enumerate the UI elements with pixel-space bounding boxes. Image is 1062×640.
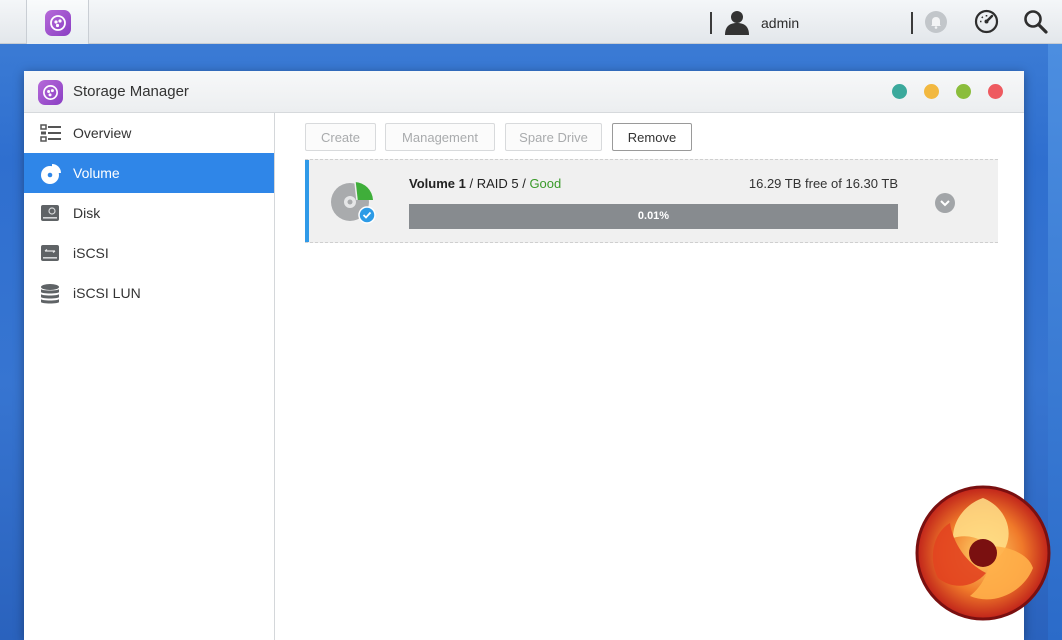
search-icon[interactable] <box>1023 9 1049 40</box>
sidebar: Overview Volume Disk iSCSI iSCSI LUN <box>24 113 275 640</box>
resource-monitor-icon[interactable] <box>974 9 999 39</box>
volume-disk-icon <box>329 179 379 230</box>
taskbar-separator <box>710 12 712 34</box>
pie-chart-icon <box>40 163 61 184</box>
window-close-button[interactable] <box>988 84 1003 99</box>
user-icon[interactable] <box>724 9 750 40</box>
selection-accent <box>305 160 309 242</box>
sidebar-item-disk[interactable]: Disk <box>24 193 274 233</box>
user-name[interactable]: admin <box>761 15 799 31</box>
storage-manager-window: Storage Manager Overview Volume Disk iSC… <box>24 71 1024 640</box>
top-taskbar: admin <box>0 0 1062 44</box>
sidebar-item-label: Overview <box>73 125 132 141</box>
sidebar-item-iscsi-lun[interactable]: iSCSI LUN <box>24 273 274 313</box>
sidebar-item-label: Volume <box>73 165 120 181</box>
window-maximize-button[interactable] <box>956 84 971 99</box>
notification-icon[interactable] <box>924 10 948 39</box>
volume-status: Good <box>529 176 562 191</box>
storage-manager-icon <box>38 80 63 105</box>
raid-separator: / <box>465 176 477 191</box>
expand-button[interactable] <box>935 193 955 213</box>
status-separator: / <box>518 176 530 191</box>
volume-capacity: 16.29 TB free of 16.30 TB <box>748 176 898 191</box>
database-icon <box>40 283 60 304</box>
sidebar-item-volume[interactable]: Volume <box>24 153 274 193</box>
taskbar-app-storage-manager[interactable] <box>26 0 89 44</box>
sidebar-item-label: Disk <box>73 205 101 221</box>
window-titlebar[interactable]: Storage Manager <box>24 71 1024 113</box>
sidebar-item-iscsi[interactable]: iSCSI <box>24 233 274 273</box>
create-button[interactable]: Create <box>305 123 376 151</box>
storage-manager-app-icon[interactable] <box>45 10 71 36</box>
remove-button[interactable]: Remove <box>612 123 692 151</box>
window-pin-button[interactable] <box>892 84 907 99</box>
sidebar-item-label: iSCSI LUN <box>73 285 141 301</box>
iscsi-icon <box>40 243 60 263</box>
usage-text: 0.01% <box>637 210 670 222</box>
list-icon <box>40 123 61 143</box>
sidebar-item-overview[interactable]: Overview <box>24 113 274 153</box>
volume-name: Volume 1 <box>409 176 466 191</box>
watermark-logo <box>908 478 1058 633</box>
management-button[interactable]: Management <box>385 123 495 151</box>
window-title: Storage Manager <box>73 83 189 100</box>
chevron-down-icon <box>940 200 950 207</box>
taskbar-separator <box>911 12 913 34</box>
sidebar-item-label: iSCSI <box>73 245 109 261</box>
disk-icon <box>40 203 60 223</box>
spare-drive-button[interactable]: Spare Drive <box>505 123 602 151</box>
volume-row[interactable]: Volume 1 / RAID 5 / Good 16.29 TB free o… <box>305 159 998 243</box>
volume-raid: RAID 5 <box>476 176 519 191</box>
volume-usage-bar: 0.01% <box>409 204 898 229</box>
volume-title: Volume 1 / RAID 5 / Good <box>409 176 561 191</box>
window-minimize-button[interactable] <box>924 84 939 99</box>
